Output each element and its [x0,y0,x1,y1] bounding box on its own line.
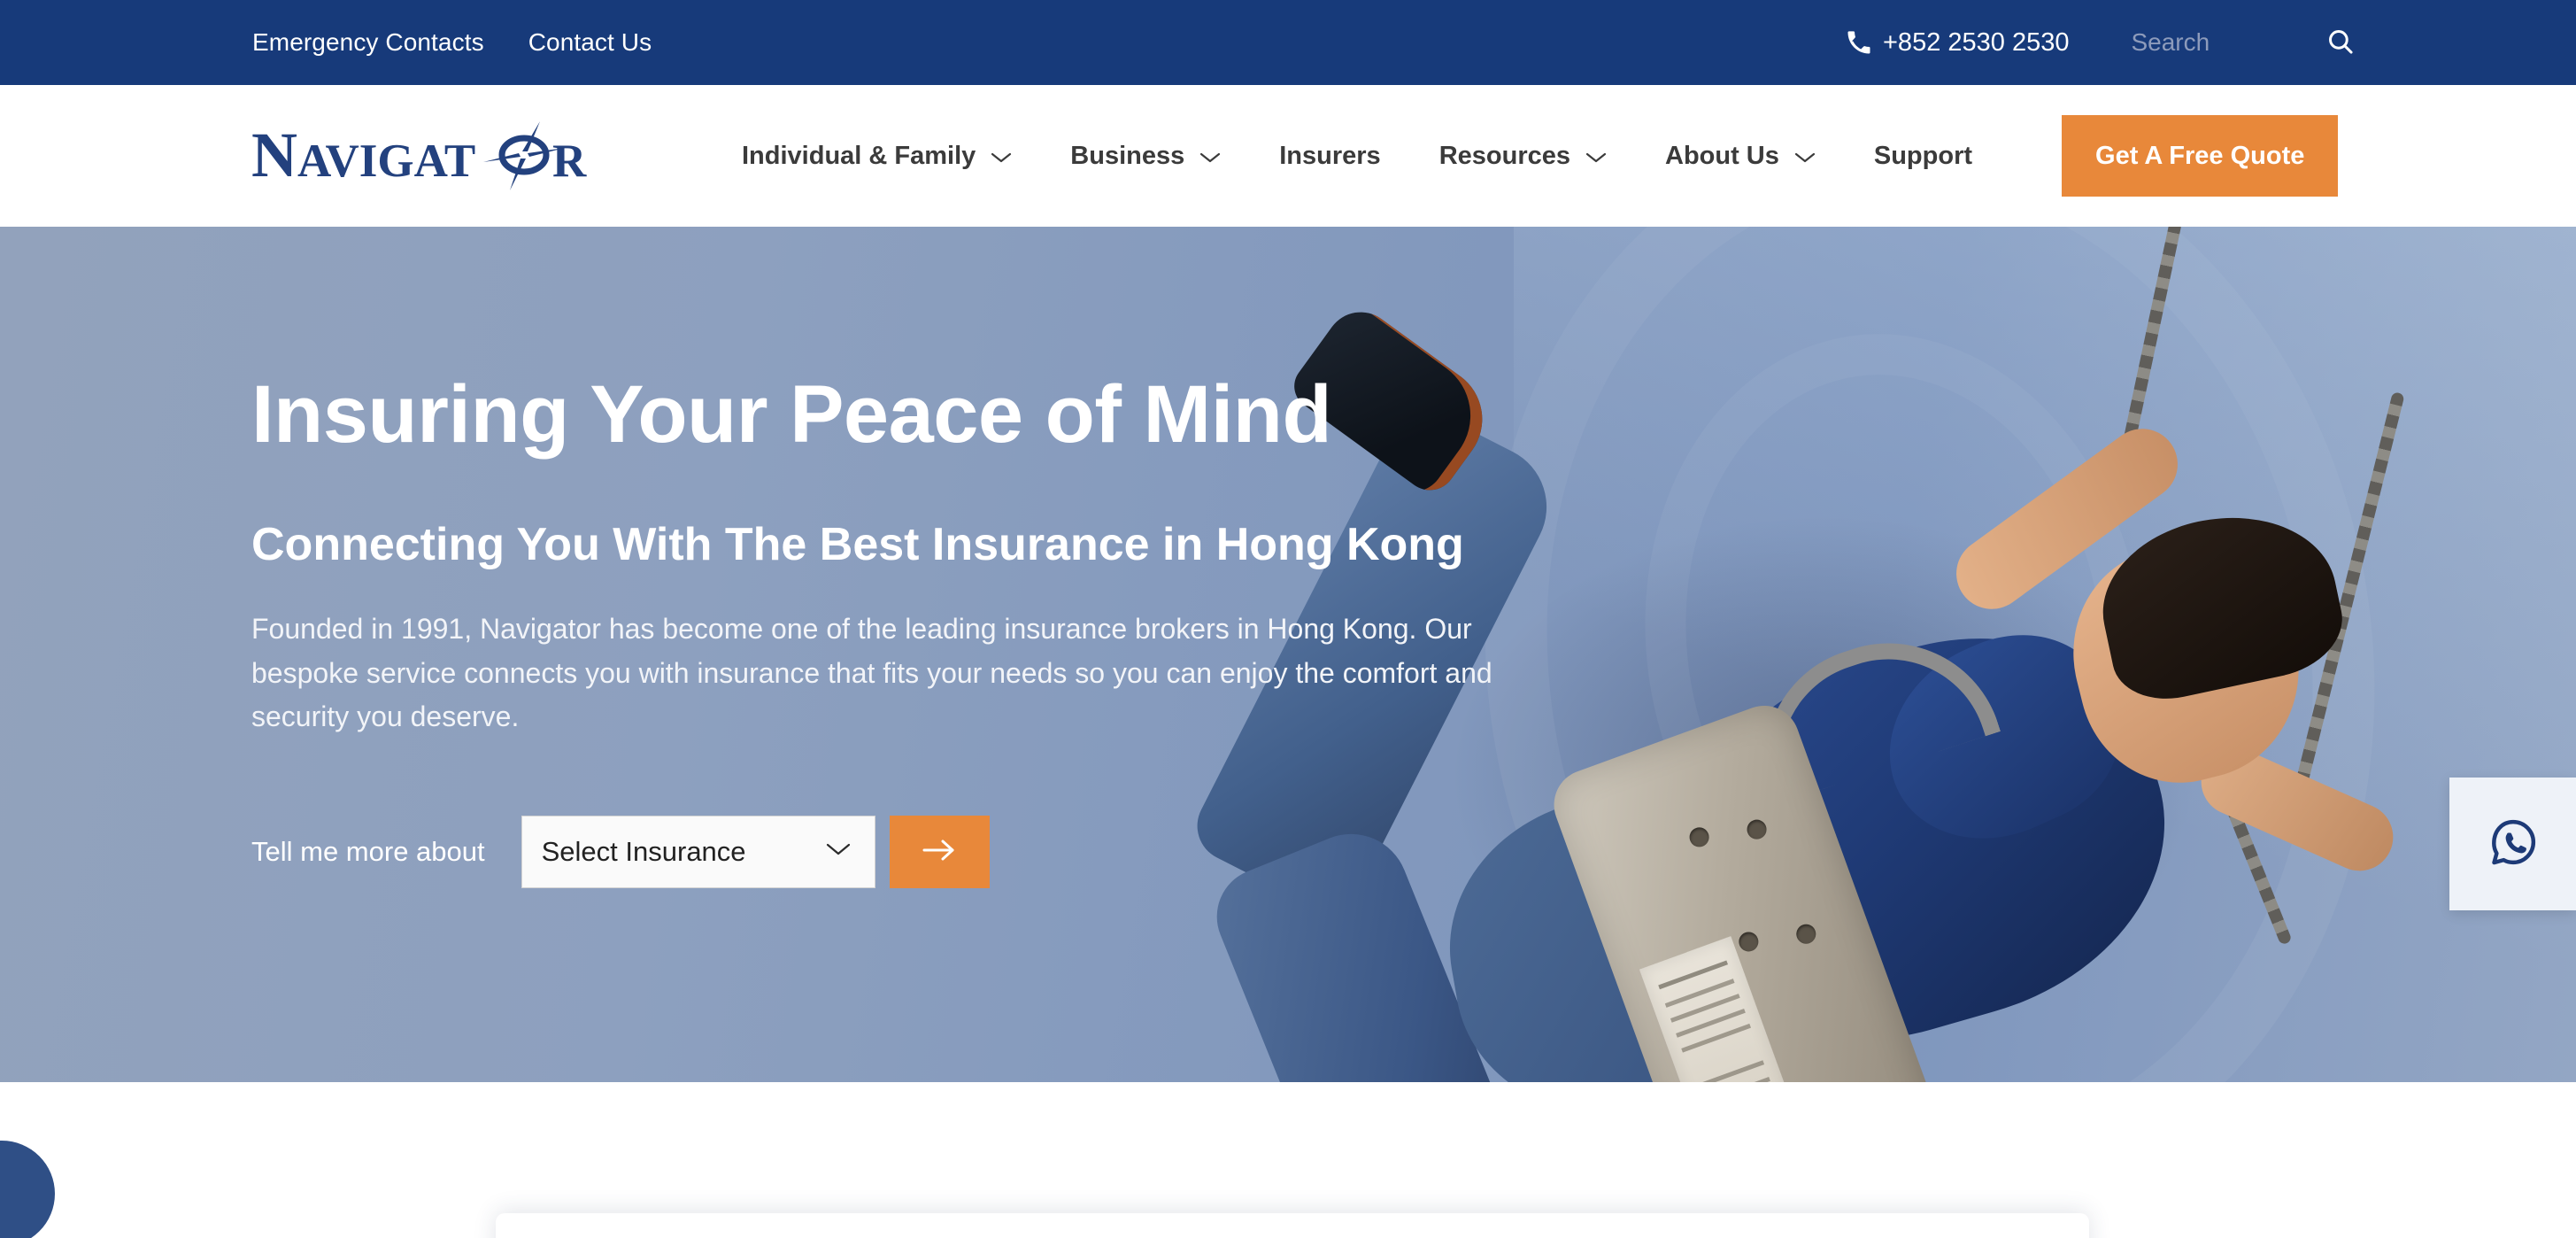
insurance-select-value: Select Insurance [541,835,746,867]
emergency-contacts-link[interactable]: Emergency Contacts [252,28,484,57]
search-icon [2325,27,2356,59]
chevron-down-icon [991,142,1012,171]
content-card-peek [496,1213,2089,1238]
chat-bubble-icon[interactable] [0,1141,55,1238]
search-input[interactable] [2131,28,2291,57]
hero-heading: Insuring Your Peace of Mind [251,369,1332,460]
hero-subheading: Connecting You With The Best Insurance i… [251,518,1464,570]
nav-label: Business [1070,141,1185,170]
nav-item-resources[interactable]: Resources [1410,142,1636,171]
chevron-down-icon [1585,142,1607,171]
phone-icon [1846,29,1872,56]
get-a-free-quote-button[interactable]: Get A Free Quote [2062,115,2339,197]
svg-text:AVIGAT: AVIGAT [297,135,475,187]
nav-item-insurers[interactable]: Insurers [1250,142,1409,171]
chevron-down-icon [825,841,852,862]
insurance-select[interactable]: Select Insurance [521,815,875,888]
search-submit-button[interactable] [2325,27,2356,59]
insurance-submit-button[interactable] [889,815,990,888]
nav-label: About Us [1665,141,1779,170]
form-label: Tell me more about [251,835,485,867]
nav-item-support[interactable]: Support [1845,142,2001,171]
below-hero-section [0,1082,2576,1238]
hero-content: Insuring Your Peace of Mind Connecting Y… [251,227,1668,888]
nav-item-individual-family[interactable]: Individual & Family [713,142,1041,171]
top-utility-right: +852 2530 2530 [1846,0,2356,85]
arrow-right-icon [920,838,959,865]
whatsapp-float-button[interactable] [2449,778,2576,910]
nav-label: Individual & Family [742,141,976,170]
chevron-down-icon [1199,142,1221,171]
nav-label: Insurers [1279,141,1381,170]
main-header: N AVIGAT R Individual & Family Business … [0,85,2576,227]
phone-number: +852 2530 2530 [1883,27,2070,57]
nav-label: Support [1873,141,1973,170]
chevron-down-icon [1794,142,1816,171]
top-utility-bar: Emergency Contacts Contact Us +852 2530 … [0,0,2576,85]
phone-block[interactable]: +852 2530 2530 [1846,28,2069,58]
top-utility-links: Emergency Contacts Contact Us [252,28,652,57]
hero-paragraph: Founded in 1991, Navigator has become on… [251,612,1492,733]
search-area [2131,27,2356,59]
nav-label: Resources [1438,141,1570,170]
primary-navigation: Individual & Family Business Insurers Re… [713,142,2001,171]
svg-text:N: N [251,121,297,190]
svg-text:R: R [552,135,587,187]
nav-item-about-us[interactable]: About Us [1636,142,1845,171]
hero-section: Insuring Your Peace of Mind Connecting Y… [0,227,2576,1082]
whatsapp-icon [2486,815,2541,874]
insurance-select-wrapper: Select Insurance [521,815,875,888]
nav-item-business[interactable]: Business [1041,142,1250,171]
site-logo[interactable]: N AVIGAT R [251,121,607,190]
contact-us-link[interactable]: Contact Us [528,28,652,57]
insurance-selector-form: Tell me more about Select Insurance [251,815,1668,888]
